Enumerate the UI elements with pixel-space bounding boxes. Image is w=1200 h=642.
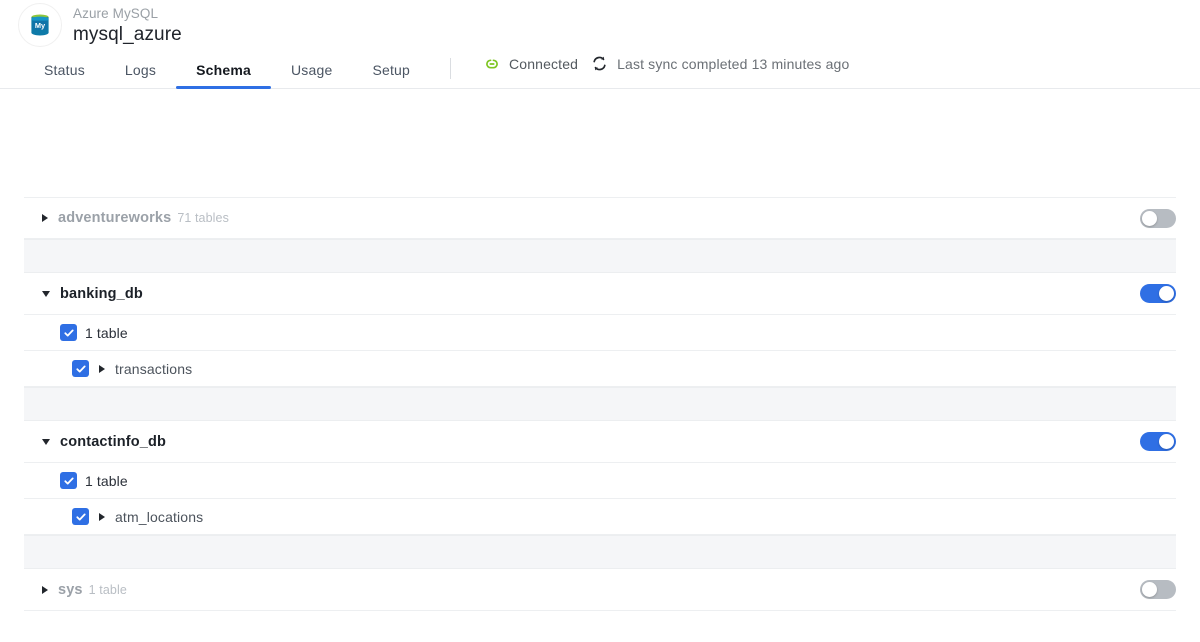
table-row[interactable]: atm_locations: [24, 499, 1176, 535]
table-count-checkbox[interactable]: [60, 472, 77, 489]
schema-name: sys: [58, 582, 83, 598]
sync-icon: [590, 54, 609, 73]
schema-name: adventureworks: [58, 210, 171, 226]
svg-text:My: My: [35, 21, 46, 30]
expand-caret-icon[interactable]: [42, 214, 48, 222]
schema-table-count: 1 table: [89, 583, 127, 597]
tabs-divider: [450, 58, 451, 79]
toggle-knob: [1159, 286, 1174, 301]
toggle-knob: [1159, 434, 1174, 449]
schema-group-separator: [24, 239, 1176, 273]
table-checkbox[interactable]: [72, 508, 89, 525]
table-count-row[interactable]: 1 table: [24, 315, 1176, 351]
schema-row-adventureworks[interactable]: adventureworks 71 tables: [24, 197, 1176, 239]
tab-schema[interactable]: Schema: [176, 50, 271, 89]
toggle-knob: [1142, 582, 1157, 597]
schema-group-separator: [24, 535, 1176, 569]
page-title: mysql_azure: [73, 23, 182, 46]
collapse-caret-icon[interactable]: [42, 291, 50, 297]
schema-table-count: 71 tables: [177, 211, 229, 225]
schema-row-banking-db[interactable]: banking_db: [24, 273, 1176, 315]
table-count-label: 1 table: [85, 473, 128, 489]
connection-label: Connected: [509, 56, 578, 72]
tab-status[interactable]: Status: [24, 50, 105, 89]
schema-toggle[interactable]: [1140, 284, 1176, 303]
nav-tabs: Status Logs Schema Usage Setup: [24, 50, 451, 89]
schema-name: contactinfo_db: [60, 434, 166, 450]
expand-caret-icon[interactable]: [99, 365, 105, 373]
table-count-label: 1 table: [85, 325, 128, 341]
schema-list: adventureworks 71 tables banking_db 1 ta…: [0, 197, 1200, 611]
mysql-database-icon: My: [18, 3, 62, 47]
table-count-checkbox[interactable]: [60, 324, 77, 341]
brand: My Azure MySQL mysql_azure: [18, 3, 182, 47]
schema-toolbar: [0, 89, 1200, 197]
schema-group-separator: [24, 387, 1176, 421]
schema-toggle[interactable]: [1140, 209, 1176, 228]
schema-toggle[interactable]: [1140, 580, 1176, 599]
expand-caret-icon[interactable]: [99, 513, 105, 521]
connection-status: Connected Last sync completed 13 minutes…: [483, 54, 849, 73]
table-name: atm_locations: [115, 509, 203, 525]
link-icon: [483, 55, 501, 73]
table-row[interactable]: transactions: [24, 351, 1176, 387]
toggle-knob: [1142, 211, 1157, 226]
schema-row-contactinfo-db[interactable]: contactinfo_db: [24, 421, 1176, 463]
table-checkbox[interactable]: [72, 360, 89, 377]
tab-logs[interactable]: Logs: [105, 50, 176, 89]
expand-caret-icon[interactable]: [42, 586, 48, 594]
collapse-caret-icon[interactable]: [42, 439, 50, 445]
schema-name: banking_db: [60, 286, 143, 302]
schema-toggle[interactable]: [1140, 432, 1176, 451]
app-header: My Azure MySQL mysql_azure Status Logs S…: [0, 0, 1200, 89]
sync-label: Last sync completed 13 minutes ago: [617, 56, 849, 72]
tab-usage[interactable]: Usage: [271, 50, 352, 89]
schema-row-sys[interactable]: sys 1 table: [24, 569, 1176, 611]
tab-setup[interactable]: Setup: [352, 50, 430, 89]
table-name: transactions: [115, 361, 192, 377]
table-count-row[interactable]: 1 table: [24, 463, 1176, 499]
brand-subtitle: Azure MySQL: [73, 5, 182, 22]
